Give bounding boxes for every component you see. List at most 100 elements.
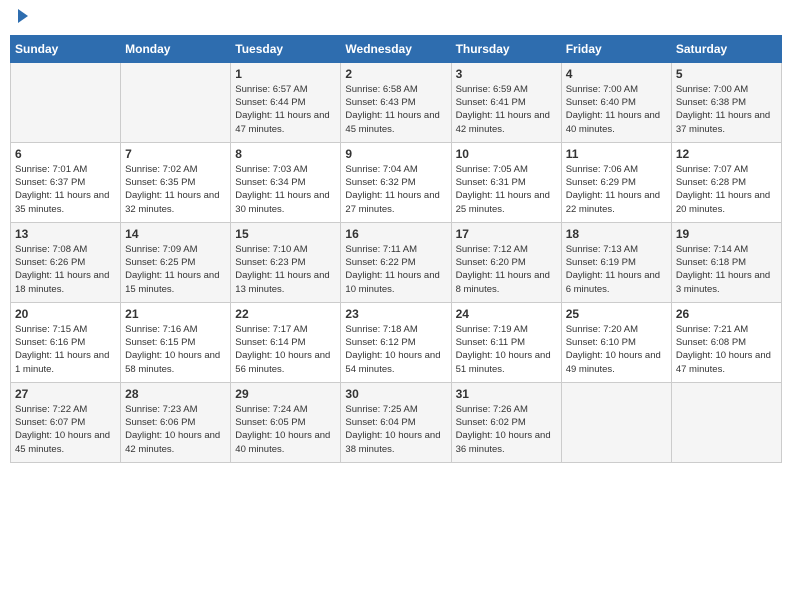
calendar-cell: 7 Sunrise: 7:02 AMSunset: 6:35 PMDaylight… [121,142,231,222]
day-info: Sunrise: 7:06 AMSunset: 6:29 PMDaylight:… [566,163,667,216]
calendar-cell: 13 Sunrise: 7:08 AMSunset: 6:26 PMDayligh… [11,222,121,302]
calendar-cell: 30 Sunrise: 7:25 AMSunset: 6:04 PMDayligh… [341,382,451,462]
day-number: 10 [456,147,557,161]
day-info: Sunrise: 7:03 AMSunset: 6:34 PMDaylight:… [235,163,336,216]
weekday-header: Wednesday [341,35,451,62]
calendar-week-row: 1 Sunrise: 6:57 AMSunset: 6:44 PMDaylight… [11,62,782,142]
day-number: 31 [456,387,557,401]
day-number: 27 [15,387,116,401]
weekday-header: Sunday [11,35,121,62]
day-number: 19 [676,227,777,241]
calendar-cell: 5Sunrise: 7:00 AMSunset: 6:38 PMDaylight… [671,62,781,142]
day-number: 22 [235,307,336,321]
logo [14,10,28,27]
calendar-cell: 2 Sunrise: 6:58 AMSunset: 6:43 PMDaylight… [341,62,451,142]
day-info: Sunrise: 7:18 AMSunset: 6:12 PMDaylight:… [345,323,446,376]
calendar-cell: 10Sunrise: 7:05 AMSunset: 6:31 PMDayligh… [451,142,561,222]
calendar-cell: 25 Sunrise: 7:20 AMSunset: 6:10 PMDayligh… [561,302,671,382]
calendar-table: SundayMondayTuesdayWednesdayThursdayFrid… [10,35,782,463]
day-info: Sunrise: 7:09 AMSunset: 6:25 PMDaylight:… [125,243,226,296]
day-info: Sunrise: 7:23 AMSunset: 6:06 PMDaylight:… [125,403,226,456]
calendar-cell: 3 Sunrise: 6:59 AMSunset: 6:41 PMDaylight… [451,62,561,142]
calendar-week-row: 20 Sunrise: 7:15 AMSunset: 6:16 PMDayligh… [11,302,782,382]
calendar-cell [11,62,121,142]
calendar-cell: 19 Sunrise: 7:14 AMSunset: 6:18 PMDayligh… [671,222,781,302]
calendar-cell: 4 Sunrise: 7:00 AMSunset: 6:40 PMDaylight… [561,62,671,142]
day-number: 30 [345,387,446,401]
calendar-week-row: 27 Sunrise: 7:22 AMSunset: 6:07 PMDayligh… [11,382,782,462]
calendar-cell: 1 Sunrise: 6:57 AMSunset: 6:44 PMDaylight… [231,62,341,142]
day-number: 8 [235,147,336,161]
day-info: Sunrise: 7:01 AMSunset: 6:37 PMDaylight:… [15,163,116,216]
weekday-header: Monday [121,35,231,62]
day-number: 1 [235,67,336,81]
weekday-header: Tuesday [231,35,341,62]
day-info: Sunrise: 7:02 AMSunset: 6:35 PMDaylight:… [125,163,226,216]
calendar-cell: 8 Sunrise: 7:03 AMSunset: 6:34 PMDaylight… [231,142,341,222]
day-info: Sunrise: 7:10 AMSunset: 6:23 PMDaylight:… [235,243,336,296]
calendar-cell: 18 Sunrise: 7:13 AMSunset: 6:19 PMDayligh… [561,222,671,302]
day-info: Sunrise: 7:13 AMSunset: 6:19 PMDaylight:… [566,243,667,296]
day-number: 12 [676,147,777,161]
logo-arrow-icon [18,9,28,23]
day-number: 9 [345,147,446,161]
calendar-cell: 6 Sunrise: 7:01 AMSunset: 6:37 PMDaylight… [11,142,121,222]
day-info: Sunrise: 7:11 AMSunset: 6:22 PMDaylight:… [345,243,446,296]
weekday-header: Thursday [451,35,561,62]
calendar-cell: 27 Sunrise: 7:22 AMSunset: 6:07 PMDayligh… [11,382,121,462]
day-info: Sunrise: 6:58 AMSunset: 6:43 PMDaylight:… [345,83,446,136]
day-number: 2 [345,67,446,81]
weekday-header: Saturday [671,35,781,62]
calendar-cell: 20 Sunrise: 7:15 AMSunset: 6:16 PMDayligh… [11,302,121,382]
day-number: 6 [15,147,116,161]
day-info: Sunrise: 6:59 AMSunset: 6:41 PMDaylight:… [456,83,557,136]
day-info: Sunrise: 7:00 AMSunset: 6:40 PMDaylight:… [566,83,667,136]
day-info: Sunrise: 7:15 AMSunset: 6:16 PMDaylight:… [15,323,116,376]
weekday-header: Friday [561,35,671,62]
calendar-week-row: 13 Sunrise: 7:08 AMSunset: 6:26 PMDayligh… [11,222,782,302]
calendar-cell: 15 Sunrise: 7:10 AMSunset: 6:23 PMDayligh… [231,222,341,302]
day-number: 16 [345,227,446,241]
day-number: 3 [456,67,557,81]
day-info: Sunrise: 7:08 AMSunset: 6:26 PMDaylight:… [15,243,116,296]
day-number: 7 [125,147,226,161]
page-header [10,10,782,27]
calendar-cell: 26 Sunrise: 7:21 AMSunset: 6:08 PMDayligh… [671,302,781,382]
day-info: Sunrise: 7:19 AMSunset: 6:11 PMDaylight:… [456,323,557,376]
day-number: 13 [15,227,116,241]
day-number: 14 [125,227,226,241]
day-info: Sunrise: 7:25 AMSunset: 6:04 PMDaylight:… [345,403,446,456]
day-info: Sunrise: 6:57 AMSunset: 6:44 PMDaylight:… [235,83,336,136]
day-number: 18 [566,227,667,241]
calendar-week-row: 6 Sunrise: 7:01 AMSunset: 6:37 PMDaylight… [11,142,782,222]
day-number: 29 [235,387,336,401]
day-number: 21 [125,307,226,321]
day-info: Sunrise: 7:14 AMSunset: 6:18 PMDaylight:… [676,243,777,296]
day-number: 15 [235,227,336,241]
day-info: Sunrise: 7:21 AMSunset: 6:08 PMDaylight:… [676,323,777,376]
day-number: 26 [676,307,777,321]
calendar-cell: 11 Sunrise: 7:06 AMSunset: 6:29 PMDayligh… [561,142,671,222]
day-number: 25 [566,307,667,321]
calendar-cell [561,382,671,462]
day-info: Sunrise: 7:16 AMSunset: 6:15 PMDaylight:… [125,323,226,376]
day-info: Sunrise: 7:12 AMSunset: 6:20 PMDaylight:… [456,243,557,296]
calendar-cell [121,62,231,142]
calendar-cell: 14 Sunrise: 7:09 AMSunset: 6:25 PMDayligh… [121,222,231,302]
calendar-cell: 17Sunrise: 7:12 AMSunset: 6:20 PMDayligh… [451,222,561,302]
calendar-cell: 29Sunrise: 7:24 AMSunset: 6:05 PMDayligh… [231,382,341,462]
day-number: 23 [345,307,446,321]
calendar-cell: 22Sunrise: 7:17 AMSunset: 6:14 PMDayligh… [231,302,341,382]
calendar-cell: 21 Sunrise: 7:16 AMSunset: 6:15 PMDayligh… [121,302,231,382]
day-info: Sunrise: 7:22 AMSunset: 6:07 PMDaylight:… [15,403,116,456]
weekday-header-row: SundayMondayTuesdayWednesdayThursdayFrid… [11,35,782,62]
day-number: 11 [566,147,667,161]
calendar-cell: 12Sunrise: 7:07 AMSunset: 6:28 PMDayligh… [671,142,781,222]
day-number: 5 [676,67,777,81]
day-number: 20 [15,307,116,321]
day-info: Sunrise: 7:20 AMSunset: 6:10 PMDaylight:… [566,323,667,376]
day-number: 4 [566,67,667,81]
day-info: Sunrise: 7:04 AMSunset: 6:32 PMDaylight:… [345,163,446,216]
calendar-cell: 23 Sunrise: 7:18 AMSunset: 6:12 PMDayligh… [341,302,451,382]
calendar-cell [671,382,781,462]
